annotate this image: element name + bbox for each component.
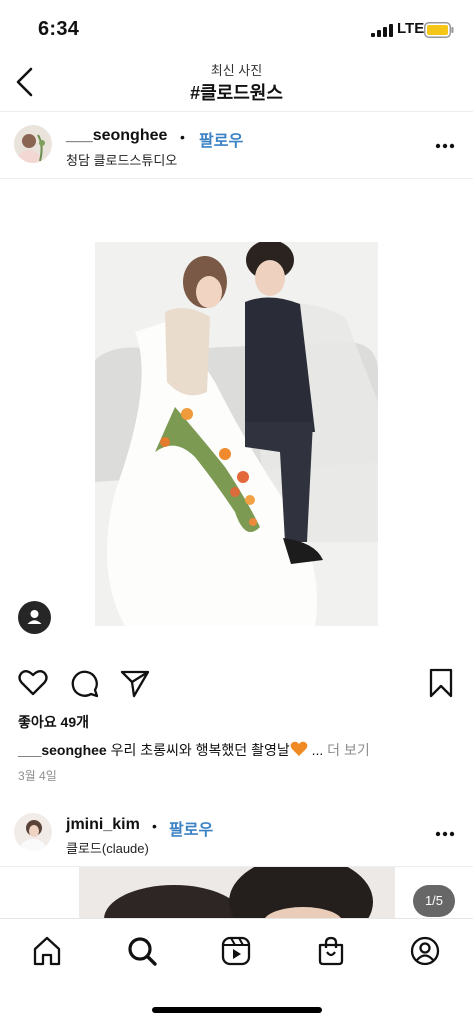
shop-icon[interactable] xyxy=(315,935,347,967)
send-icon[interactable] xyxy=(119,667,151,699)
network-type: LTE xyxy=(397,20,425,37)
reels-icon[interactable] xyxy=(220,935,252,967)
post-header: jmini_kim • 팔로우 클로드(claude) xyxy=(0,800,473,866)
status-bar: 6:34 LTE xyxy=(0,0,473,58)
post-username[interactable]: jmini_kim xyxy=(66,816,140,834)
header-subtitle: 최신 사진 xyxy=(210,63,263,78)
separator-dot: • xyxy=(152,818,157,834)
page-header: 최신 사진 #클로드원스 xyxy=(0,58,473,112)
home-icon[interactable] xyxy=(31,935,63,967)
post-location[interactable]: 청담 클로드스튜디오 xyxy=(66,150,177,169)
bookmark-icon[interactable] xyxy=(425,667,457,699)
tagged-users-button[interactable] xyxy=(18,601,51,634)
separator-dot: • xyxy=(180,129,185,145)
post-date: 3월 4일 xyxy=(18,769,57,783)
orange-heart-icon xyxy=(290,741,308,756)
post-caption: ___seonghee 우리 초롱씨와 행복했던 촬영날 ... 더 보기 xyxy=(18,740,370,760)
follow-button[interactable]: 팔로우 xyxy=(169,816,213,840)
battery-icon xyxy=(424,22,454,38)
signal-icon xyxy=(371,24,393,37)
avatar[interactable] xyxy=(14,813,52,851)
divider xyxy=(0,178,473,179)
more-options-icon[interactable] xyxy=(435,831,455,837)
caption-text: 우리 초롱씨와 행복했던 촬영날 xyxy=(106,742,290,758)
likes-count[interactable]: 좋아요 49개 xyxy=(18,712,89,732)
page-title: #클로드원스 xyxy=(190,83,283,103)
follow-button[interactable]: 팔로우 xyxy=(199,127,243,151)
carousel-page-indicator: 1/5 xyxy=(413,885,455,917)
status-time: 6:34 xyxy=(38,18,80,40)
caption-more-link[interactable]: 더 보기 xyxy=(327,742,370,758)
person-icon xyxy=(27,610,42,624)
post-header: ___seonghee • 팔로우 청담 클로드스튜디오 xyxy=(0,112,473,178)
caption-username[interactable]: ___seonghee xyxy=(18,742,107,758)
home-indicator[interactable] xyxy=(152,1007,322,1013)
avatar[interactable] xyxy=(14,125,52,163)
post-username[interactable]: ___seonghee xyxy=(66,127,167,145)
post-photo[interactable] xyxy=(95,242,378,626)
comment-icon[interactable] xyxy=(68,667,100,699)
profile-icon[interactable] xyxy=(409,935,441,967)
search-icon[interactable] xyxy=(126,935,158,967)
post-photo[interactable] xyxy=(79,867,395,919)
post-location[interactable]: 클로드(claude) xyxy=(66,838,149,857)
heart-icon[interactable] xyxy=(17,667,49,699)
caption-ellipsis: ... xyxy=(307,742,328,758)
more-options-icon[interactable] xyxy=(435,143,455,149)
